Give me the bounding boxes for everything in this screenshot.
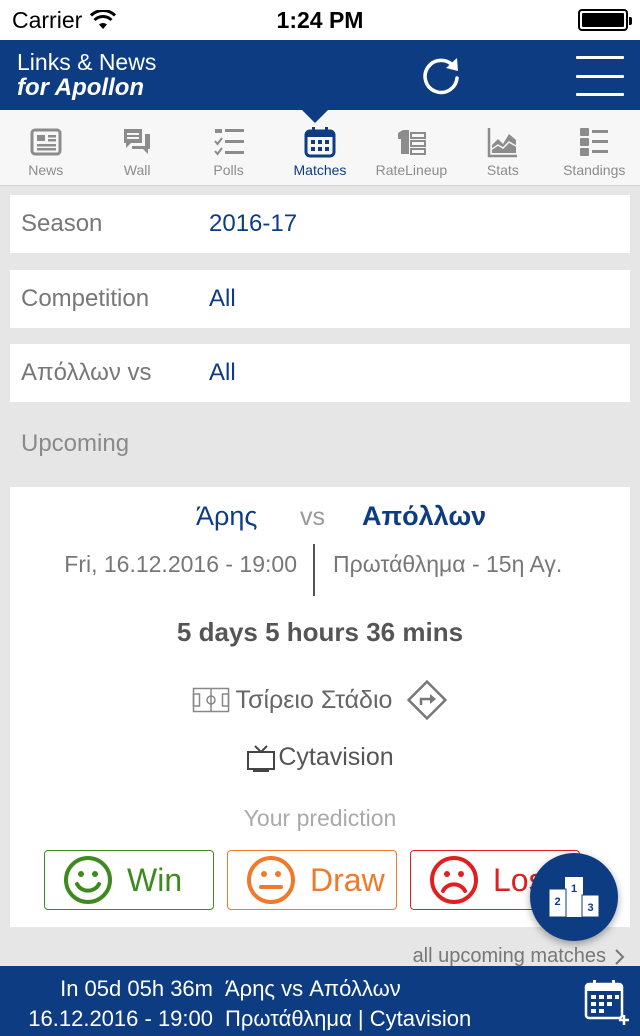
tab-ratelineup[interactable]: RateLineup: [366, 110, 457, 185]
app-title-line1: Links & News: [17, 49, 157, 75]
tv-icon: [247, 744, 276, 772]
opponent-filter[interactable]: Απόλλων vs All: [10, 344, 630, 402]
directions-icon[interactable]: [406, 679, 448, 721]
active-tab-indicator: [302, 110, 328, 123]
predict-draw-button[interactable]: Draw: [227, 850, 397, 910]
next-match-info: Πρωτάθλημα | Cytavision: [225, 1006, 472, 1031]
next-match-teams: Άρης vs Απόλλων: [225, 976, 401, 1001]
checklist-icon: [213, 129, 244, 156]
tab-standings[interactable]: Standings: [549, 110, 640, 185]
app-header: Links & News for Apollon: [0, 40, 640, 110]
menu-bar: [576, 56, 624, 59]
menu-bar: [576, 93, 624, 96]
sad-face-icon: [430, 856, 478, 904]
status-bar: Carrier 1:24 PM: [0, 0, 640, 40]
carrier-label: Carrier: [12, 6, 83, 33]
tab-news-label: News: [28, 162, 64, 178]
tab-stats[interactable]: Stats: [457, 110, 548, 185]
svg-text:2: 2: [554, 896, 560, 908]
refresh-button[interactable]: [418, 54, 464, 98]
upcoming-match-card[interactable]: Άρης vs Απόλλων Fri, 16.12.2016 - 19:00 …: [10, 487, 630, 927]
newspaper-icon: [30, 128, 62, 156]
svg-text:3: 3: [587, 902, 593, 914]
next-match-bar[interactable]: In 05d 05h 36m 16.12.2016 - 19:00 Άρης v…: [0, 966, 640, 1036]
tv-channel: Cytavision: [278, 743, 394, 771]
tab-wall-label: Wall: [123, 162, 151, 178]
svg-text:1: 1: [571, 883, 577, 895]
area-chart-icon: [487, 128, 517, 158]
all-upcoming-label: all upcoming matches: [412, 945, 606, 967]
prediction-title: Your prediction: [243, 805, 397, 831]
next-match-countdown: In 05d 05h 36m: [60, 976, 213, 1001]
tv-row: Cytavision: [10, 743, 630, 772]
away-team: Απόλλων: [362, 501, 487, 531]
venue-row: Τσίρειο Στάδιο: [10, 679, 630, 721]
calendar-icon: [304, 127, 336, 158]
predict-win-label: Win: [127, 861, 183, 898]
menu-bar: [576, 74, 624, 78]
battery-icon: [578, 9, 632, 31]
podium-icon: 1 2 3: [548, 877, 600, 918]
refresh-icon: [423, 58, 459, 95]
next-match-date: 16.12.2016 - 19:00: [28, 1006, 213, 1031]
predict-win-button[interactable]: Win: [44, 850, 214, 910]
tab-matches-label: Matches: [293, 162, 347, 178]
opponent-value: All: [209, 359, 236, 386]
season-filter[interactable]: Season 2016-17: [10, 195, 630, 253]
tab-polls-label: Polls: [213, 162, 244, 178]
chat-bubbles-icon: [124, 129, 151, 154]
competition-label: Competition: [21, 285, 150, 312]
match-date: Fri, 16.12.2016 - 19:00: [64, 551, 297, 577]
wifi-icon: [90, 10, 117, 29]
jersey-list-icon: [398, 130, 427, 155]
opponent-label: Απόλλων vs: [21, 359, 152, 386]
competition-filter[interactable]: Competition All: [10, 270, 630, 328]
divider: [313, 544, 315, 596]
season-label: Season: [21, 210, 103, 237]
tab-wall[interactable]: Wall: [91, 110, 182, 185]
competition-round: Πρωτάθλημα - 15η Αγ.: [333, 551, 563, 577]
hamburger-menu-button[interactable]: [576, 56, 624, 96]
app-title: Links & News for Apollon: [17, 50, 156, 101]
competition-value: All: [209, 285, 236, 312]
upcoming-section-title: Upcoming: [21, 430, 130, 457]
neutral-face-icon: [247, 856, 295, 904]
vs-label: vs: [300, 503, 325, 531]
tab-standings-label: Standings: [563, 162, 626, 178]
add-to-calendar-icon[interactable]: [584, 979, 630, 1025]
home-team: Άρης: [196, 501, 258, 531]
numbered-list-icon: [580, 128, 609, 156]
venue-name: Τσίρειο Στάδιο: [235, 685, 393, 714]
match-teams: Άρης vs Απόλλων: [10, 501, 630, 535]
tab-news[interactable]: News: [0, 110, 91, 185]
stadium-field-icon: [192, 687, 229, 713]
app-title-line2: for Apollon: [17, 74, 145, 101]
predict-draw-label: Draw: [310, 861, 385, 898]
tab-polls[interactable]: Polls: [183, 110, 274, 185]
chevron-right-icon: [615, 948, 625, 965]
match-countdown: 5 days 5 hours 36 mins: [176, 617, 464, 647]
happy-face-icon: [64, 856, 112, 904]
tab-stats-label: Stats: [486, 162, 519, 178]
tab-ratelineup-label: RateLineup: [375, 162, 448, 178]
podium-fab-button[interactable]: 1 2 3: [530, 853, 618, 941]
season-value: 2016-17: [209, 210, 298, 237]
all-upcoming-matches-link[interactable]: all upcoming matches: [413, 945, 626, 968]
